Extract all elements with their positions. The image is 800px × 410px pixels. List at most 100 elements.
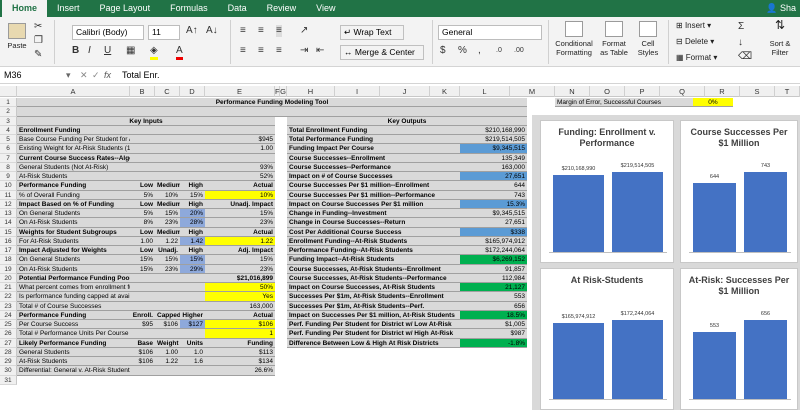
column-header-k[interactable]: K: [430, 86, 460, 97]
column-header-r[interactable]: R: [705, 86, 740, 97]
select-all-corner[interactable]: [0, 86, 17, 97]
key-outputs-title[interactable]: Key Outputs: [287, 116, 527, 126]
input-label-row-5[interactable]: Base Course Funding Per Student for Alge…: [17, 135, 130, 145]
input-low-row-24[interactable]: Enroll.: [130, 310, 155, 320]
chart-bar[interactable]: [693, 182, 736, 252]
output-value-row-11[interactable]: 743: [460, 190, 527, 200]
input-high-row-5[interactable]: [180, 135, 205, 145]
input-actual-row-27[interactable]: Funding: [205, 338, 275, 348]
column-header-b[interactable]: B: [130, 86, 155, 97]
row-header-20[interactable]: 20: [0, 273, 17, 283]
input-high-row-24[interactable]: Higher: [180, 310, 205, 320]
input-low-row-4[interactable]: [130, 125, 155, 135]
output-value-row-16[interactable]: $165,974,912: [460, 236, 527, 246]
input-actual-row-16[interactable]: 1.22: [205, 236, 275, 246]
input-medium-row-14[interactable]: 23%: [155, 218, 180, 228]
align-bottom-icon[interactable]: ≡: [276, 25, 282, 37]
row-header-15[interactable]: 15: [0, 227, 17, 237]
column-header-p[interactable]: P: [625, 86, 660, 97]
output-label-row-9[interactable]: Impact on # of Course Successes: [287, 172, 460, 182]
input-low-row-18[interactable]: 15%: [130, 255, 155, 265]
tab-page-layout[interactable]: Page Layout: [90, 0, 161, 17]
input-high-row-26[interactable]: [180, 329, 205, 339]
input-actual-row-22[interactable]: Yes: [205, 292, 275, 302]
output-label-row-4[interactable]: Total Enrollment Funding: [287, 125, 460, 135]
input-high-row-25[interactable]: $127: [180, 320, 205, 330]
input-medium-row-10[interactable]: Medium: [155, 181, 180, 191]
chart-4[interactable]: At-Risk: Successes Per $1 Million 553 656: [680, 268, 798, 410]
row-header-30[interactable]: 30: [0, 366, 17, 376]
input-actual-row-19[interactable]: 23%: [205, 264, 275, 274]
input-medium-row-13[interactable]: 15%: [155, 209, 180, 219]
increase-font-icon[interactable]: A↑: [186, 25, 198, 37]
column-header-l[interactable]: L: [460, 86, 510, 97]
fill-color-icon[interactable]: ◈: [150, 45, 158, 60]
input-label-row-13[interactable]: On General Students: [17, 209, 130, 219]
column-header-o[interactable]: O: [590, 86, 625, 97]
input-medium-row-24[interactable]: Capped: [155, 310, 180, 320]
output-label-row-11[interactable]: Course Successes Per $1 million--Perform…: [287, 190, 460, 200]
input-medium-row-12[interactable]: Medium: [155, 199, 180, 209]
input-medium-row-4[interactable]: [155, 125, 180, 135]
input-label-row-11[interactable]: % of Overall Funding: [17, 190, 130, 200]
chart-3[interactable]: At Risk-Students $165,974,912 $172,244,064: [540, 268, 674, 410]
fill-icon[interactable]: ↓: [738, 37, 743, 49]
number-format-select[interactable]: General: [438, 25, 542, 40]
row-header-14[interactable]: 14: [0, 218, 17, 228]
output-value-row-24[interactable]: 18.5%: [460, 310, 527, 320]
font-size-select[interactable]: 11: [148, 25, 180, 40]
input-actual-row-23[interactable]: 163,000: [205, 301, 275, 311]
column-header-e[interactable]: E: [205, 86, 275, 97]
input-low-row-26[interactable]: [130, 329, 155, 339]
input-low-row-12[interactable]: Low: [130, 199, 155, 209]
copy-icon[interactable]: ❐: [34, 35, 43, 47]
input-medium-row-23[interactable]: [155, 301, 180, 311]
input-label-row-10[interactable]: Performance Funding: [17, 181, 130, 191]
input-low-row-17[interactable]: Low: [130, 246, 155, 256]
row-header-13[interactable]: 13: [0, 209, 17, 219]
output-value-row-15[interactable]: $338: [460, 227, 527, 237]
font-color-icon[interactable]: A: [176, 45, 183, 60]
underline-icon[interactable]: U: [104, 45, 111, 57]
chart-bar[interactable]: [612, 171, 663, 252]
input-high-row-7[interactable]: [180, 153, 205, 163]
input-actual-row-21[interactable]: 50%: [205, 283, 275, 293]
input-actual-row-6[interactable]: 1.00: [205, 144, 275, 154]
output-value-row-9[interactable]: 27,651: [460, 172, 527, 182]
cut-icon[interactable]: ✂: [34, 21, 42, 33]
output-label-row-8[interactable]: Course Successes--Performance: [287, 162, 460, 172]
input-medium-row-20[interactable]: [155, 273, 180, 283]
input-label-row-22[interactable]: Is performance funding capped at availab…: [17, 292, 130, 302]
input-low-row-27[interactable]: Base: [130, 338, 155, 348]
margin-of-error-value[interactable]: 0%: [693, 98, 733, 108]
input-actual-row-12[interactable]: Unadj. Impact: [205, 199, 275, 209]
output-label-row-10[interactable]: Course Successes Per $1 million--Enrollm…: [287, 181, 460, 191]
chart-bar[interactable]: [744, 171, 787, 252]
input-low-row-9[interactable]: [130, 172, 155, 182]
row-header-1[interactable]: 1: [0, 98, 17, 108]
input-low-row-29[interactable]: $106: [130, 357, 155, 367]
input-high-row-15[interactable]: High: [180, 227, 205, 237]
input-low-row-13[interactable]: 5%: [130, 209, 155, 219]
input-actual-row-17[interactable]: Adj. Impact: [205, 246, 275, 256]
input-label-row-27[interactable]: Likely Performance Funding: [17, 338, 130, 348]
input-actual-row-14[interactable]: 23%: [205, 218, 275, 228]
output-label-row-27[interactable]: Difference Between Low & High At Risk Di…: [287, 338, 460, 348]
input-actual-row-8[interactable]: 93%: [205, 162, 275, 172]
input-low-row-15[interactable]: Low: [130, 227, 155, 237]
merge-center-button[interactable]: ↔ Merge & Center: [340, 45, 424, 60]
input-label-row-4[interactable]: Enrollment Funding: [17, 125, 130, 135]
output-value-row-6[interactable]: $9,345,515: [460, 144, 527, 154]
chart-bar[interactable]: [553, 175, 604, 252]
output-value-row-21[interactable]: 21,127: [460, 283, 527, 293]
column-header-j[interactable]: J: [380, 86, 430, 97]
align-left-icon[interactable]: ≡: [240, 45, 246, 57]
output-value-row-14[interactable]: 27,651: [460, 218, 527, 228]
borders-icon[interactable]: ▦: [126, 45, 135, 57]
input-label-row-8[interactable]: General Students (Not At-Risk): [17, 162, 130, 172]
output-value-row-25[interactable]: $1,005: [460, 320, 527, 330]
row-header-2[interactable]: 2: [0, 107, 17, 117]
input-label-row-28[interactable]: General Students: [17, 347, 130, 357]
input-medium-row-22[interactable]: [155, 292, 180, 302]
input-high-row-6[interactable]: [180, 144, 205, 154]
